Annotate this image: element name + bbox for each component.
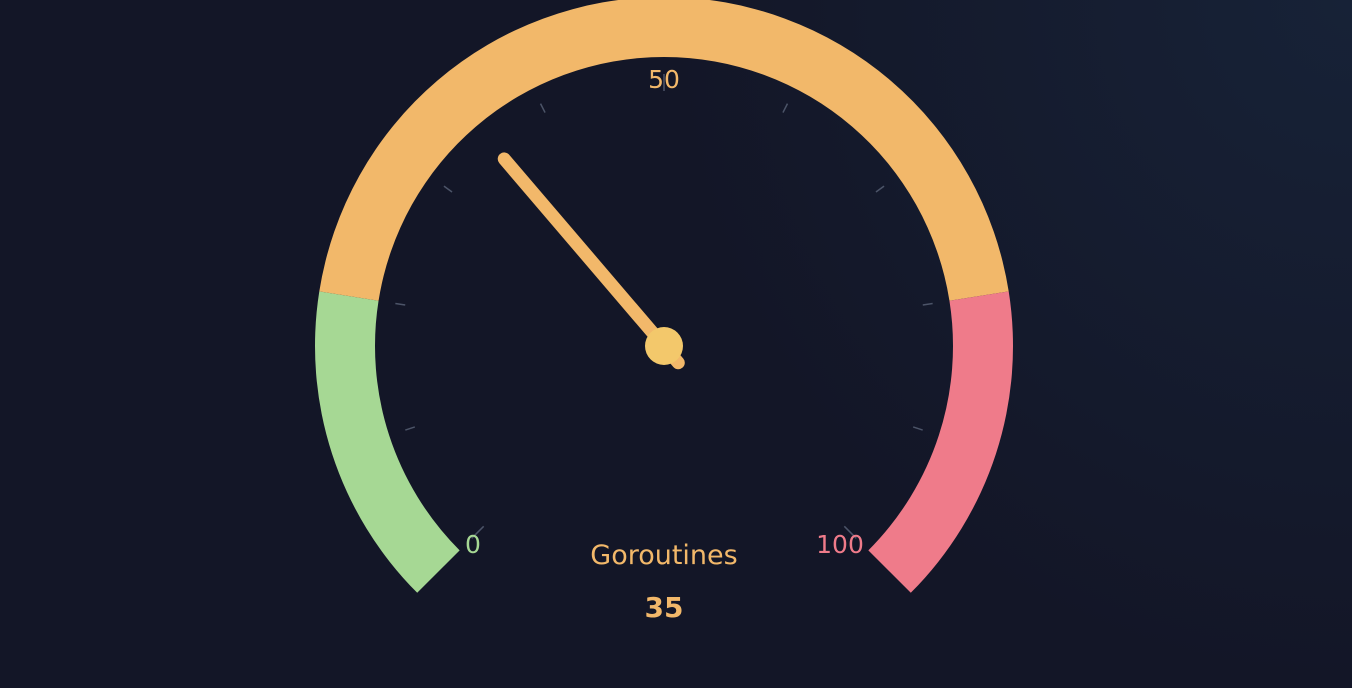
- gauge-tick: [395, 302, 406, 306]
- gauge-tick: [875, 185, 885, 193]
- needle-hub: [645, 327, 683, 365]
- gauge-tick: [405, 426, 416, 431]
- gauge-needle: [497, 152, 685, 370]
- gauge-band-1: [319, 0, 1009, 301]
- gauge-band-0: [314, 291, 460, 593]
- gauge-tick: [443, 185, 453, 193]
- gauge-chart: 0 50 100 Goroutines 35: [314, 0, 1014, 624]
- gauge-tick: [922, 302, 933, 306]
- gauge-panel: 0 50 100 Goroutines 35: [0, 0, 1352, 688]
- gauge-tick: [912, 426, 923, 431]
- gauge-min-label: 0: [465, 530, 481, 559]
- gauge-value: 35: [645, 591, 684, 624]
- gauge-tick: [539, 103, 546, 113]
- gauge-ticks: [395, 74, 933, 539]
- gauge-tick: [782, 103, 789, 113]
- gauge-max-label: 100: [816, 530, 864, 559]
- gauge-title: Goroutines: [590, 540, 737, 571]
- gauge-band-2: [868, 291, 1014, 593]
- gauge-mid-label: 50: [648, 65, 680, 94]
